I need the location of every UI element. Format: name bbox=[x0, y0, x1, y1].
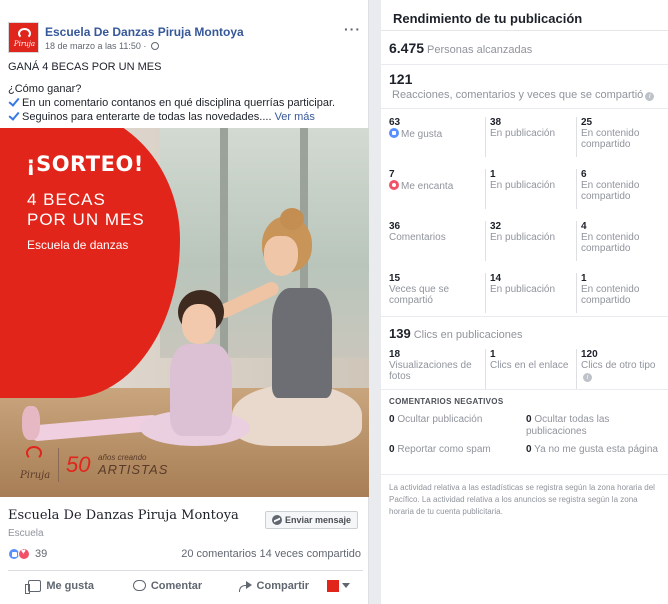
comment-button[interactable]: Comentar bbox=[114, 580, 220, 592]
metric-comments-post: 32 En publicación bbox=[485, 221, 573, 261]
info-icon[interactable]: i bbox=[645, 92, 655, 101]
reach-summary: 6.475 Personas alcanzadas bbox=[389, 40, 532, 58]
negative-hide-post: 0 Ocultar publicación bbox=[389, 414, 483, 425]
metric-row-clicks: 18 Visualizaciones de fotos 1 Clics en el … bbox=[389, 349, 664, 389]
page-name-link[interactable]: Escuela De Danzas Piruja Montoya bbox=[45, 25, 244, 39]
clicks-label: Clics en publicaciones bbox=[413, 329, 523, 341]
image-title: ¡SORTEO! bbox=[26, 152, 144, 176]
reactions-summary: 39 20 comentarios 14 veces compartido bbox=[8, 547, 363, 563]
metric-likes-post: 38 En publicación bbox=[485, 117, 573, 157]
share-button[interactable]: Compartir bbox=[221, 580, 327, 592]
reaction-count[interactable]: 39 bbox=[35, 548, 47, 560]
post-card: Piruja Escuela De Danzas Piruja Montoya … bbox=[0, 0, 369, 604]
page-avatar[interactable]: Piruja bbox=[8, 22, 39, 53]
brand-artistas: ARTISTAS bbox=[98, 462, 169, 477]
post-headline: GANÁ 4 BECAS POR UN MES bbox=[8, 61, 162, 73]
clicks-value: 139 bbox=[389, 326, 411, 341]
step-1-text: En un comentario contanos en qué discipl… bbox=[22, 97, 336, 109]
post-image[interactable]: ¡SORTEO! 4 BECAS POR UN MES Escuela de d… bbox=[0, 128, 369, 497]
love-icon[interactable] bbox=[18, 547, 30, 560]
metric-other-clicks: 120 Clics de otro tipoi bbox=[576, 349, 664, 389]
reactions-total: 121 bbox=[389, 71, 413, 87]
image-line-2: POR UN MES bbox=[27, 210, 145, 229]
share-label: Compartir bbox=[256, 579, 310, 592]
messenger-icon bbox=[271, 515, 282, 525]
insights-title: Rendimiento de tu publicación bbox=[393, 11, 583, 26]
thumb-icon bbox=[25, 579, 42, 594]
comment-label: Comentar bbox=[150, 579, 203, 592]
post-step-1: En un comentario contanos en qué discipl… bbox=[8, 96, 363, 110]
post-header: Piruja Escuela De Danzas Piruja Montoya … bbox=[8, 22, 363, 58]
post-question: ¿Cómo ganar? bbox=[8, 83, 82, 95]
send-message-label: Enviar mensaje bbox=[284, 515, 351, 525]
info-icon[interactable]: i bbox=[583, 373, 592, 382]
brand-logo-icon bbox=[22, 446, 46, 470]
negative-hide-all: 0 Ocultar todas las publicaciones bbox=[526, 414, 610, 437]
reach-value: 6.475 bbox=[389, 40, 425, 56]
step-2-text: Seguinos para enterarte de todas las nov… bbox=[22, 111, 272, 123]
more-options-icon[interactable]: ··· bbox=[344, 22, 361, 36]
like-label: Me gusta bbox=[46, 579, 94, 592]
metric-shares: 15 Veces que se compartió bbox=[389, 273, 450, 306]
girl-face bbox=[182, 304, 216, 344]
brand-fifty: 50 bbox=[66, 452, 91, 477]
negative-unlike-page: 0 Ya no me gusta esta página bbox=[526, 444, 658, 455]
globe-icon[interactable] bbox=[150, 42, 159, 50]
dancer-face bbox=[264, 236, 298, 276]
caret-icon bbox=[341, 583, 350, 588]
dancer-bun bbox=[280, 208, 304, 230]
like-button[interactable]: Me gusta bbox=[8, 579, 114, 594]
image-line-3: Escuela de danzas bbox=[27, 238, 129, 252]
like-icon bbox=[389, 128, 399, 138]
metric-photo-views: 18 Visualizaciones de fotos bbox=[389, 349, 472, 382]
link-preview-title[interactable]: Escuela De Danzas Piruja Montoya bbox=[8, 508, 239, 523]
brand-anios: años creando bbox=[98, 453, 147, 462]
send-message-button[interactable]: Enviar mensaje bbox=[264, 511, 358, 529]
negative-feedback-title: COMENTARIOS NEGATIVOS bbox=[389, 397, 504, 406]
post-date[interactable]: 18 de marzo a las 11:50 · bbox=[45, 41, 146, 51]
insights-panel: Rendimiento de tu publicación 6.475 Perso… bbox=[381, 0, 668, 604]
brand-logo-word: Piruja bbox=[20, 470, 51, 481]
metric-likes-shared: 25 En contenido compartido bbox=[576, 117, 664, 157]
see-more-link[interactable]: Ver más bbox=[275, 111, 315, 123]
metric-comments: 36 Comentarios bbox=[389, 221, 446, 243]
check-icon bbox=[8, 111, 19, 121]
post-timestamp[interactable]: 18 de marzo a las 11:50 · bbox=[45, 41, 159, 51]
action-bar: Me gusta Comentar Compartir bbox=[8, 570, 363, 600]
brand-divider bbox=[58, 448, 59, 482]
metric-loves-post: 1 En publicación bbox=[485, 169, 573, 209]
metric-likes: 63 Me gusta bbox=[389, 117, 443, 140]
share-icon bbox=[238, 580, 252, 592]
reach-label: Personas alcanzadas bbox=[427, 44, 533, 56]
link-preview-category: Escuela bbox=[8, 528, 44, 539]
love-icon bbox=[389, 180, 399, 190]
avatar-logo-text: Piruja bbox=[13, 40, 36, 48]
girl-body bbox=[170, 344, 232, 436]
metric-loves: 7 Me encanta bbox=[389, 169, 454, 192]
metric-loves-shared: 6 En contenido compartido bbox=[576, 169, 664, 209]
page-identity-selector[interactable] bbox=[326, 579, 363, 592]
dancer-body bbox=[272, 288, 332, 398]
metric-row-likes: 63 Me gusta 38 En publicación 25 En conteni… bbox=[389, 117, 664, 157]
metric-shares-shared: 1 En contenido compartido bbox=[576, 273, 664, 313]
girl-shoe bbox=[22, 406, 40, 440]
comments-shares-count[interactable]: 20 comentarios 14 veces compartido bbox=[181, 548, 361, 560]
mini-avatar bbox=[326, 579, 339, 592]
post-step-2: Seguinos para enterarte de todas las nov… bbox=[8, 110, 363, 124]
metric-shares-post: 14 En publicación bbox=[485, 273, 573, 313]
metric-row-shares: 15 Veces que se compartió 14 En publicació… bbox=[389, 273, 664, 313]
image-line-1: 4 BECAS bbox=[27, 190, 106, 209]
comment-icon bbox=[132, 580, 146, 591]
metric-comments-shared: 4 En contenido compartido bbox=[576, 221, 664, 261]
metric-row-comments: 36 Comentarios 32 En publicación 4 En conte… bbox=[389, 221, 664, 261]
post-message: GANÁ 4 BECAS POR UN MES ¿Cómo ganar? En … bbox=[8, 60, 363, 124]
reactions-total-label: Reacciones, comentarios y veces que se c… bbox=[392, 89, 655, 101]
clicks-summary: 139 Clics en publicaciones bbox=[389, 325, 523, 343]
metric-row-loves: 7 Me encanta 1 En publicación 6 En contenid… bbox=[389, 169, 664, 209]
timezone-footnote: La actividad relativa a las estadísticas… bbox=[389, 483, 655, 516]
check-icon bbox=[8, 97, 19, 107]
metric-link-clicks: 1 Clics en el enlace bbox=[485, 349, 573, 389]
negative-report-spam: 0 Reportar como spam bbox=[389, 444, 491, 455]
logo-swirl-icon bbox=[18, 28, 31, 39]
